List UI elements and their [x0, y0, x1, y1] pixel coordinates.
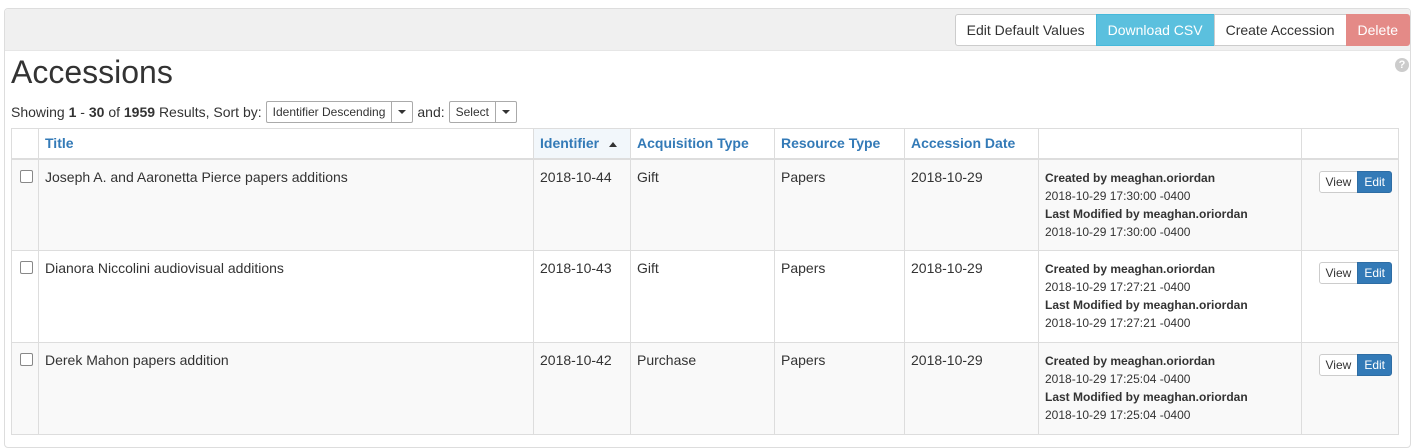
sort-by-select[interactable]: Identifier Descending [265, 101, 414, 123]
view-button[interactable]: View [1318, 354, 1359, 376]
modified-time: 2018-10-29 17:30:00 -0400 [1045, 224, 1191, 239]
toolbar: Edit Default Values Download CSV Create … [5, 9, 1410, 51]
column-header-identifier[interactable]: Identifier [533, 128, 631, 160]
results-total: 1959 [123, 104, 156, 120]
audit-cell: Created by meaghan.oriordan 2018-10-29 1… [1038, 250, 1302, 343]
results-dash: - [80, 104, 85, 120]
resource-type-cell: Papers [774, 342, 905, 435]
toolbar-button-group: Edit Default Values Download CSV Create … [954, 14, 1410, 46]
modified-by-label: Last Modified by meaghan.oriordan [1045, 390, 1248, 404]
results-summary: Showing 1 - 30 of 1959 Results, Sort by:… [11, 101, 521, 123]
select-column-header [11, 128, 39, 160]
actions-column-header [1301, 128, 1399, 160]
row-select-cell [11, 250, 39, 343]
audit-cell: Created by meaghan.oriordan 2018-10-29 1… [1038, 342, 1302, 435]
row-button-group: View Edit [1308, 352, 1392, 376]
row-checkbox[interactable] [20, 261, 33, 274]
table-row: Derek Mahon papers addition 2018-10-42 P… [11, 342, 1399, 435]
sort-by-label: Results, Sort by: [158, 104, 262, 120]
view-button[interactable]: View [1318, 170, 1359, 193]
chevron-down-icon [494, 102, 516, 122]
create-accession-button[interactable]: Create Accession [1213, 14, 1347, 46]
showing-label: Showing [11, 104, 65, 120]
column-header-resource-type[interactable]: Resource Type [774, 128, 905, 160]
results-of: of [108, 104, 120, 120]
created-by-label: Created by meaghan.oriordan [1045, 354, 1216, 368]
accession-date-cell: 2018-10-29 [904, 250, 1039, 343]
edit-button[interactable]: Edit [1357, 170, 1392, 193]
created-by-label: Created by meaghan.oriordan [1045, 262, 1216, 276]
row-button-group: View Edit [1308, 169, 1392, 193]
delete-button[interactable]: Delete [1345, 14, 1410, 46]
table-header-row: Title Identifier Acquisition Type Resour… [11, 128, 1399, 160]
edit-button[interactable]: Edit [1357, 262, 1392, 284]
edit-button[interactable]: Edit [1357, 354, 1392, 376]
download-csv-button[interactable]: Download CSV [1095, 14, 1215, 46]
row-button-group: View Edit [1308, 260, 1392, 284]
column-header-identifier-label: Identifier [540, 135, 600, 151]
actions-cell: View Edit [1301, 342, 1399, 435]
modified-by-label: Last Modified by meaghan.oriordan [1045, 298, 1248, 312]
title-cell: Joseph A. and Aaronetta Pierce papers ad… [38, 158, 534, 251]
audit-column-header [1038, 128, 1302, 160]
column-header-accession-date[interactable]: Accession Date [904, 128, 1039, 160]
actions-cell: View Edit [1301, 158, 1399, 251]
and-label: and: [417, 104, 445, 120]
row-select-cell [11, 342, 39, 435]
modified-by-label: Last Modified by meaghan.oriordan [1045, 206, 1248, 221]
view-button[interactable]: View [1318, 262, 1359, 284]
resource-type-cell: Papers [774, 158, 905, 251]
title-cell: Dianora Niccolini audiovisual additions [38, 250, 534, 343]
column-header-acquisition-type[interactable]: Acquisition Type [630, 128, 775, 160]
table-row: Joseph A. and Aaronetta Pierce papers ad… [11, 158, 1399, 251]
created-time: 2018-10-29 17:25:04 -0400 [1045, 372, 1191, 386]
secondary-sort-value: Select [455, 105, 489, 119]
column-header-title[interactable]: Title [38, 128, 534, 160]
row-checkbox[interactable] [20, 169, 33, 183]
created-by-label: Created by meaghan.oriordan [1045, 170, 1216, 185]
sort-ascending-icon [609, 141, 618, 147]
created-time: 2018-10-29 17:30:00 -0400 [1045, 188, 1191, 203]
acquisition-type-cell: Purchase [630, 342, 775, 435]
table-row: Dianora Niccolini audiovisual additions … [11, 250, 1399, 343]
modified-time: 2018-10-29 17:25:04 -0400 [1045, 408, 1191, 422]
identifier-cell: 2018-10-43 [533, 250, 631, 343]
accession-date-cell: 2018-10-29 [904, 158, 1039, 251]
audit-cell: Created by meaghan.oriordan 2018-10-29 1… [1038, 158, 1302, 251]
help-icon[interactable]: ? [1395, 58, 1409, 72]
secondary-sort-select[interactable]: Select [448, 101, 517, 123]
results-end: 30 [88, 104, 105, 120]
row-select-cell [11, 158, 39, 251]
chevron-down-icon [391, 102, 412, 122]
sort-by-value: Identifier Descending [272, 105, 386, 119]
acquisition-type-cell: Gift [630, 158, 775, 251]
identifier-cell: 2018-10-44 [533, 158, 631, 251]
edit-default-values-button[interactable]: Edit Default Values [954, 14, 1097, 46]
resource-type-cell: Papers [774, 250, 905, 343]
accession-date-cell: 2018-10-29 [904, 342, 1039, 435]
acquisition-type-cell: Gift [630, 250, 775, 343]
actions-cell: View Edit [1301, 250, 1399, 343]
title-cell: Derek Mahon papers addition [38, 342, 534, 435]
page-title: Accessions [11, 54, 173, 90]
identifier-cell: 2018-10-42 [533, 342, 631, 435]
row-checkbox[interactable] [20, 353, 33, 366]
accessions-table: Title Identifier Acquisition Type Resour… [11, 128, 1399, 435]
results-start: 1 [68, 104, 77, 120]
modified-time: 2018-10-29 17:27:21 -0400 [1045, 316, 1191, 330]
created-time: 2018-10-29 17:27:21 -0400 [1045, 280, 1191, 294]
